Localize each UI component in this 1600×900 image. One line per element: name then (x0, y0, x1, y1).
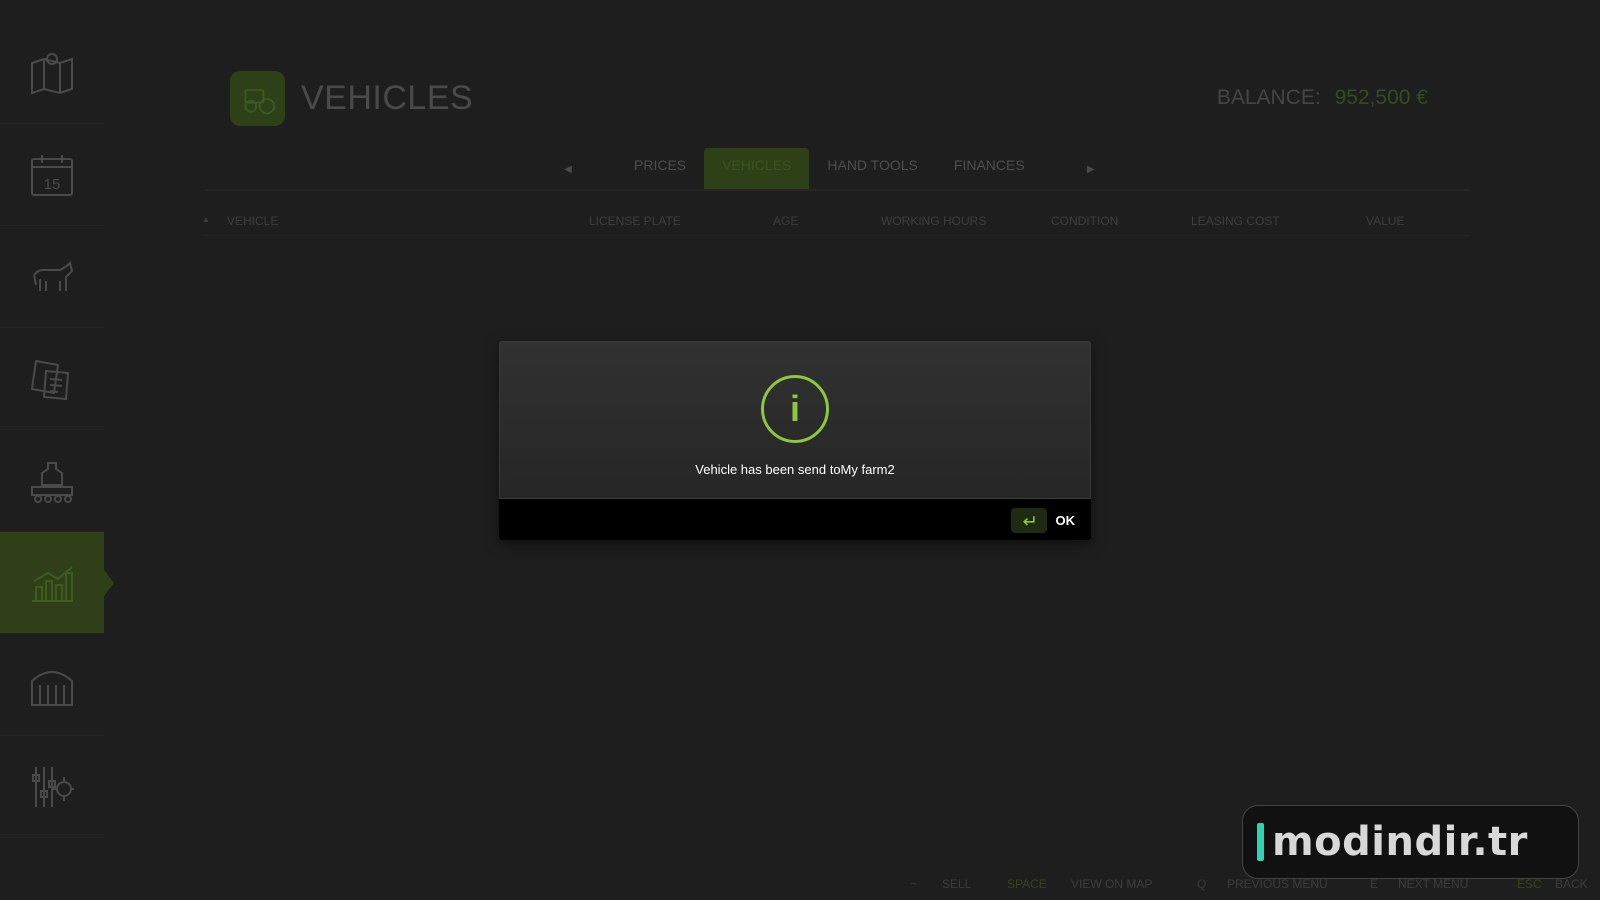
animals-icon (33, 260, 74, 291)
dialog-footer: OK (499, 499, 1091, 540)
tab-prices[interactable]: PRICES (616, 148, 704, 190)
sidebar-item-animals[interactable] (0, 226, 104, 328)
watermark-bar (1257, 823, 1264, 861)
watermark-text: modindir.tr (1272, 819, 1528, 865)
sort-ascending-icon: ▲ (202, 215, 210, 224)
hint-prev-menu-key: Q (1197, 877, 1207, 891)
dialog-message: Vehicle has been send toMy farm2 (695, 462, 895, 477)
info-dialog: i Vehicle has been send toMy farm2 OK (499, 341, 1091, 540)
sidebar-item-contracts[interactable] (0, 328, 104, 430)
vehicle-table-header: ▲ VEHICLE LICENSE PLATE AGE WORKING HOUR… (202, 212, 1470, 236)
tab-next-arrow-icon[interactable]: ▶ (1083, 164, 1099, 175)
hint-next-menu-button[interactable]: NEXT MENU (1398, 877, 1468, 891)
column-vehicle[interactable]: VEHICLE (227, 214, 278, 228)
hint-prev-menu-button[interactable]: PREVIOUS MENU (1227, 877, 1328, 891)
hint-sell-key: ~ (910, 877, 918, 891)
column-leasing-cost[interactable]: LEASING COST (1191, 214, 1280, 228)
tab-prev-arrow-icon[interactable]: ◀ (560, 164, 576, 175)
sidebar-item-farm[interactable] (0, 634, 104, 736)
dialog-body: i Vehicle has been send toMy farm2 (499, 341, 1091, 499)
column-value[interactable]: VALUE (1366, 214, 1404, 228)
watermark-logo: modindir.tr (1242, 805, 1579, 879)
tabs-divider (205, 189, 1470, 191)
column-condition[interactable]: CONDITION (1051, 214, 1118, 228)
column-age[interactable]: AGE (773, 214, 798, 228)
balance-display: BALANCE: 952,500 € (1217, 86, 1428, 110)
balance-value: 952,500 € (1334, 86, 1428, 109)
hint-sell-button[interactable]: SELL (942, 877, 971, 891)
balance-label: BALANCE: (1216, 86, 1321, 109)
game-menu-screen: 15 VEHICLES BALANCE: 952,500 € ◀ PRICES … (0, 0, 1600, 900)
sidebar-item-production[interactable] (0, 430, 104, 532)
hint-back-button[interactable]: BACK (1555, 877, 1588, 891)
column-working-hours[interactable]: WORKING HOURS (881, 214, 986, 228)
farm-icon (31, 670, 73, 706)
production-icon (31, 461, 73, 503)
column-license-plate[interactable]: LICENSE PLATE (589, 214, 681, 228)
sidebar-item-calendar[interactable]: 15 (0, 124, 104, 226)
page-title: VEHICLES (301, 79, 474, 117)
calendar-icon: 15 (31, 154, 73, 196)
hint-back-key: ESC (1517, 877, 1542, 891)
sidebar-item-settings[interactable] (0, 736, 104, 838)
info-icon: i (761, 375, 829, 443)
map-icon (31, 52, 73, 94)
contracts-icon (30, 359, 70, 400)
statistics-icon (32, 565, 73, 602)
sidebar-item-map[interactable] (0, 22, 104, 124)
enter-key-icon (1010, 508, 1047, 533)
ok-label: OK (1055, 513, 1076, 528)
hint-view-map-button[interactable]: VIEW ON MAP (1071, 877, 1152, 891)
hint-next-menu-key: E (1370, 877, 1379, 891)
tab-bar: ◀ PRICES VEHICLES HAND TOOLS FINANCES ▶ (560, 148, 1099, 190)
settings-icon (32, 766, 74, 807)
sidebar-item-statistics[interactable] (0, 532, 114, 634)
vehicles-page-icon (230, 71, 285, 126)
vehicle-wheel-icon (244, 88, 275, 114)
tab-hand-tools[interactable]: HAND TOOLS (809, 148, 936, 190)
ok-button[interactable]: OK (1010, 508, 1076, 533)
calendar-day: 15 (44, 176, 61, 193)
tab-finances[interactable]: FINANCES (936, 148, 1043, 190)
sidebar: 15 (0, 0, 114, 900)
hint-view-map-key: SPACE (1007, 877, 1047, 891)
tab-vehicles[interactable]: VEHICLES (704, 148, 810, 190)
